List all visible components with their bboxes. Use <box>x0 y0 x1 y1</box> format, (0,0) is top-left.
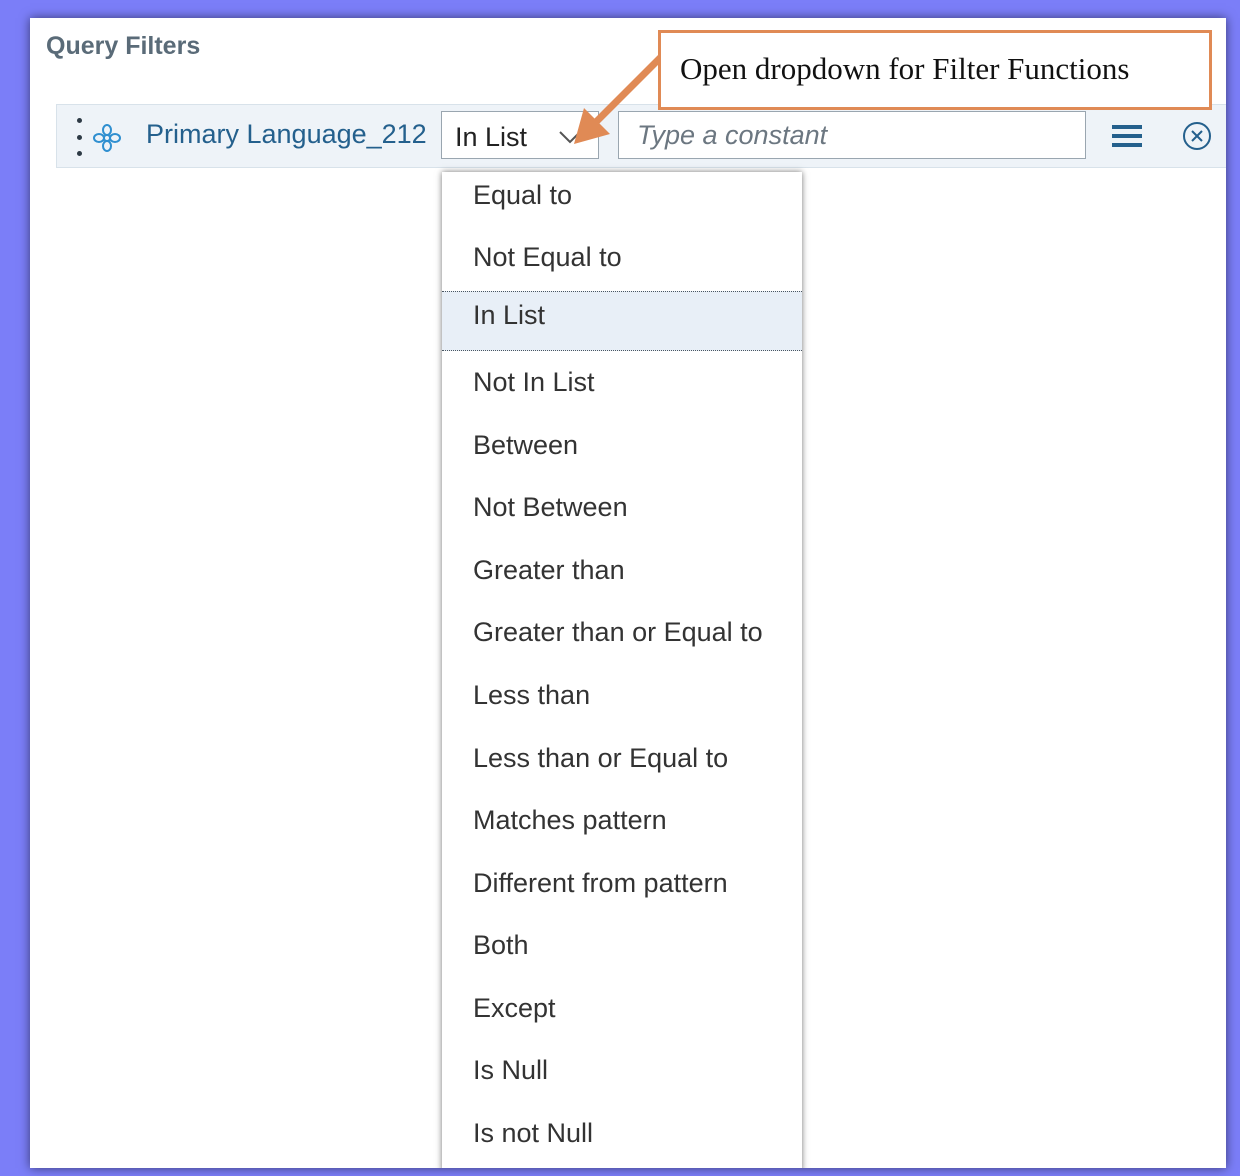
option-is-null[interactable]: Is Null <box>442 1047 802 1107</box>
option-different-from-pattern[interactable]: Different from pattern <box>442 860 802 920</box>
option-not-equal-to[interactable]: Not Equal to <box>442 234 802 294</box>
option-except[interactable]: Except <box>442 985 802 1045</box>
option-is-not-null[interactable]: Is not Null <box>442 1110 802 1168</box>
drag-handle-icon[interactable] <box>76 118 82 156</box>
operator-value: In List <box>455 122 528 152</box>
callout-annotation: Open dropdown for Filter Functions <box>658 30 1212 110</box>
option-not-in-list[interactable]: Not In List <box>442 359 802 419</box>
option-both[interactable]: Both <box>442 922 802 982</box>
dimension-icon <box>93 124 121 152</box>
option-greater-than[interactable]: Greater than <box>442 547 802 607</box>
query-filters-panel: Query Filters Primary Language_212 In Li… <box>30 18 1226 1168</box>
option-in-list[interactable]: In List <box>442 291 802 351</box>
close-circle-icon[interactable] <box>1181 120 1213 152</box>
option-less-than[interactable]: Less than <box>442 672 802 732</box>
callout-text: Open dropdown for Filter Functions <box>680 51 1130 86</box>
option-greater-than-or-equal-to[interactable]: Greater than or Equal to <box>442 609 802 669</box>
constant-input[interactable] <box>618 111 1086 159</box>
option-less-than-or-equal-to[interactable]: Less than or Equal to <box>442 735 802 795</box>
option-between[interactable]: Between <box>442 422 802 482</box>
option-not-between[interactable]: Not Between <box>442 484 802 544</box>
panel-title: Query Filters <box>46 32 201 60</box>
option-matches-pattern[interactable]: Matches pattern <box>442 797 802 857</box>
option-equal-to[interactable]: Equal to <box>442 172 802 232</box>
menu-icon[interactable] <box>1111 123 1143 149</box>
filter-field-name: Primary Language_212 <box>146 119 427 149</box>
operator-dropdown-list: Equal to Not Equal to In List Not In Lis… <box>442 172 802 1168</box>
callout-arrow-icon <box>574 52 666 144</box>
